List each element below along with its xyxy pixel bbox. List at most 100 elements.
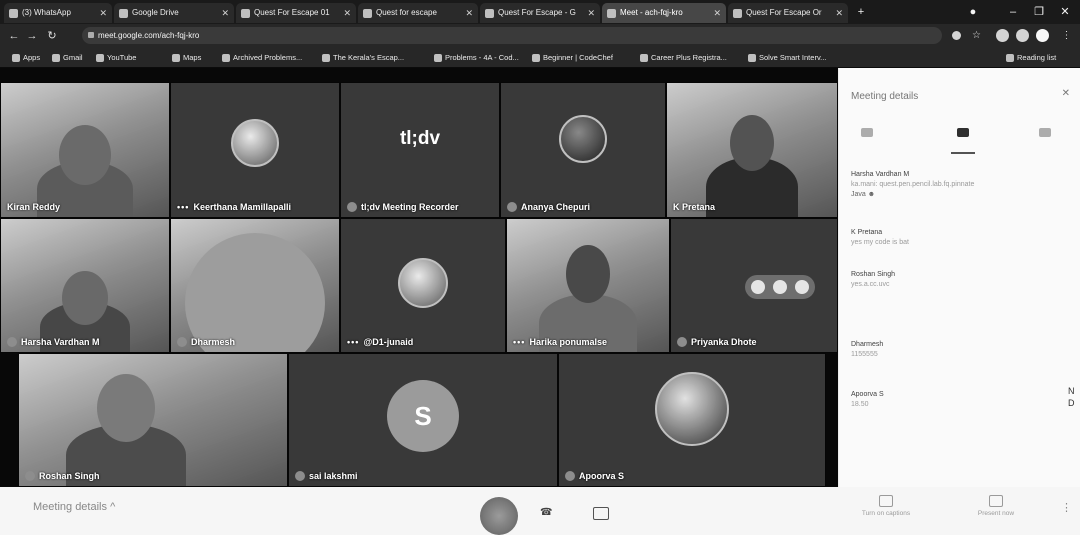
participant-tile[interactable]: Kiran Reddy	[0, 82, 170, 218]
bookmark-career[interactable]: Career Plus Registra...	[640, 48, 727, 67]
close-window-icon[interactable]: ✕	[1056, 2, 1074, 22]
more-dots-icon: •••	[513, 337, 526, 347]
bookmark-problems[interactable]: Problems - 4A - Cod...	[434, 48, 519, 67]
meeting-details-button[interactable]: Meeting details ^	[33, 501, 115, 513]
participant-name: ••• Keerthana Mamillapalli	[177, 202, 291, 212]
remove-icon[interactable]	[795, 279, 809, 294]
mic-button[interactable]	[480, 497, 518, 535]
participant-tile[interactable]: K Pretana	[666, 82, 838, 218]
avatar	[655, 372, 729, 447]
bookmark-apps[interactable]: Apps	[12, 48, 40, 67]
profile-icon[interactable]: ●	[964, 2, 982, 22]
participant-tile[interactable]: S sai lakshmi	[288, 353, 558, 487]
tab-quest-3[interactable]: Quest For Escape - G ✕	[480, 3, 600, 23]
activities-icon[interactable]	[1039, 128, 1051, 137]
reading-list-icon	[1006, 54, 1014, 62]
pinned-controls[interactable]	[745, 274, 815, 299]
mic-off-icon	[507, 202, 517, 212]
gmail-icon	[52, 54, 60, 62]
forward-icon[interactable]: →	[24, 24, 40, 48]
close-icon[interactable]: ✕	[343, 3, 351, 23]
bookmark-smart[interactable]: Solve Smart Interv...	[748, 48, 826, 67]
puzzle-icon[interactable]	[1016, 29, 1029, 42]
reload-icon[interactable]: ↻	[44, 24, 60, 48]
participant-face	[97, 374, 156, 442]
more-options-icon[interactable]: ⋮	[1061, 501, 1072, 514]
more-dots-icon: •••	[347, 337, 360, 347]
participant-name: Ananya Chepuri	[507, 202, 590, 212]
captions-button[interactable]: Turn on captions	[856, 495, 916, 517]
star-icon[interactable]: ☆	[970, 29, 983, 42]
participant-tile[interactable]: Ananya Chepuri	[500, 82, 666, 218]
tab-label: Quest For Escape Or	[746, 8, 822, 17]
participant-tile[interactable]: ••• Keerthana Mamillapalli	[170, 82, 340, 218]
participant-tile[interactable]: Dharmesh	[170, 218, 340, 353]
url-input[interactable]: meet.google.com/ach-fqj-kro	[82, 27, 942, 44]
present-icon[interactable]	[593, 507, 609, 520]
panel-title: Meeting details	[851, 91, 919, 102]
present-now-button[interactable]: Present now	[966, 495, 1026, 517]
participant-tile[interactable]: Priyanka Dhote	[670, 218, 838, 353]
people-icon[interactable]	[861, 128, 873, 137]
camera-indicator-icon[interactable]	[952, 31, 961, 40]
bookmark-codechef[interactable]: Beginner | CodeChef	[532, 48, 613, 67]
participant-tile[interactable]: Harsha Vardhan M	[0, 218, 170, 353]
new-tab-button[interactable]: +	[852, 2, 870, 22]
bookmark-youtube[interactable]: YouTube	[96, 48, 136, 67]
meet-icon	[607, 9, 616, 18]
bookmark-gmail[interactable]: Gmail	[52, 48, 83, 67]
folder-icon	[322, 54, 330, 62]
tab-quest-4[interactable]: Quest For Escape Or ✕	[728, 3, 848, 23]
close-icon[interactable]: ✕	[99, 3, 107, 23]
close-icon[interactable]: ✕	[713, 3, 721, 23]
close-icon[interactable]: ✕	[1062, 88, 1070, 99]
participant-face	[566, 245, 610, 303]
participant-face	[185, 233, 325, 352]
participant-name: Kiran Reddy	[7, 202, 61, 212]
extension-icon[interactable]	[996, 29, 1009, 42]
minimize-icon[interactable]: –	[1004, 2, 1022, 22]
close-icon[interactable]: ✕	[465, 3, 473, 23]
tab-label: Meet - ach-fqj-kro	[620, 8, 683, 17]
participant-tile[interactable]: tl;dv tl;dv Meeting Recorder	[340, 82, 500, 218]
close-icon[interactable]: ✕	[835, 3, 843, 23]
career-icon	[640, 54, 648, 62]
folder-icon	[222, 54, 230, 62]
avatar[interactable]	[1036, 29, 1049, 42]
bookmark-maps[interactable]: Maps	[172, 48, 201, 67]
lock-icon	[88, 32, 94, 38]
chat-message: Dharmesh 1155555	[851, 341, 884, 358]
participant-name: K Pretana	[673, 202, 716, 212]
tab-meet[interactable]: Meet - ach-fqj-kro ✕	[602, 3, 726, 23]
chat-message: Roshan Singh yes.a.cc.uvc	[851, 271, 895, 288]
participant-tile[interactable]: ••• Harika ponumalse	[506, 218, 670, 353]
pin-icon[interactable]	[773, 279, 787, 294]
mic-off-icon	[25, 471, 35, 481]
tab-quest-2[interactable]: Quest for escape ✕	[358, 3, 478, 23]
menu-icon[interactable]: ⋮	[1060, 29, 1073, 42]
tab-quest-1[interactable]: Quest For Escape 01 ✕	[236, 3, 356, 23]
chat-message: K Pretana yes my code is bat	[851, 229, 909, 246]
mic-icon[interactable]	[751, 279, 765, 294]
bookmark-archived[interactable]: Archived Problems...	[222, 48, 302, 67]
participant-face	[62, 271, 108, 325]
participant-tile[interactable]: ••• @D1-junaid	[340, 218, 506, 353]
participant-tile[interactable]: Apoorva S	[558, 353, 826, 487]
participant-tile[interactable]: Roshan Singh	[18, 353, 288, 487]
emoji-icon: ☻	[867, 191, 876, 198]
tab-whatsapp[interactable]: (3) WhatsApp ✕	[4, 3, 112, 23]
back-icon[interactable]: ←	[6, 24, 22, 48]
chat-icon[interactable]	[957, 128, 969, 137]
close-icon[interactable]: ✕	[221, 3, 229, 23]
mic-off-icon	[295, 471, 305, 481]
tab-label: Quest for escape	[376, 8, 437, 17]
tab-google-drive[interactable]: Google Drive ✕	[114, 3, 234, 23]
maximize-icon[interactable]: ❐	[1030, 2, 1048, 22]
close-icon[interactable]: ✕	[587, 3, 595, 23]
avatar: S	[387, 380, 459, 453]
tab-label: Quest For Escape - G	[498, 8, 576, 17]
participant-name: ••• @D1-junaid	[347, 337, 414, 347]
end-call-icon[interactable]: ☎	[540, 507, 556, 519]
reading-list[interactable]: Reading list	[1006, 48, 1056, 67]
bookmark-kerala[interactable]: The Kerala's Escap...	[322, 48, 404, 67]
